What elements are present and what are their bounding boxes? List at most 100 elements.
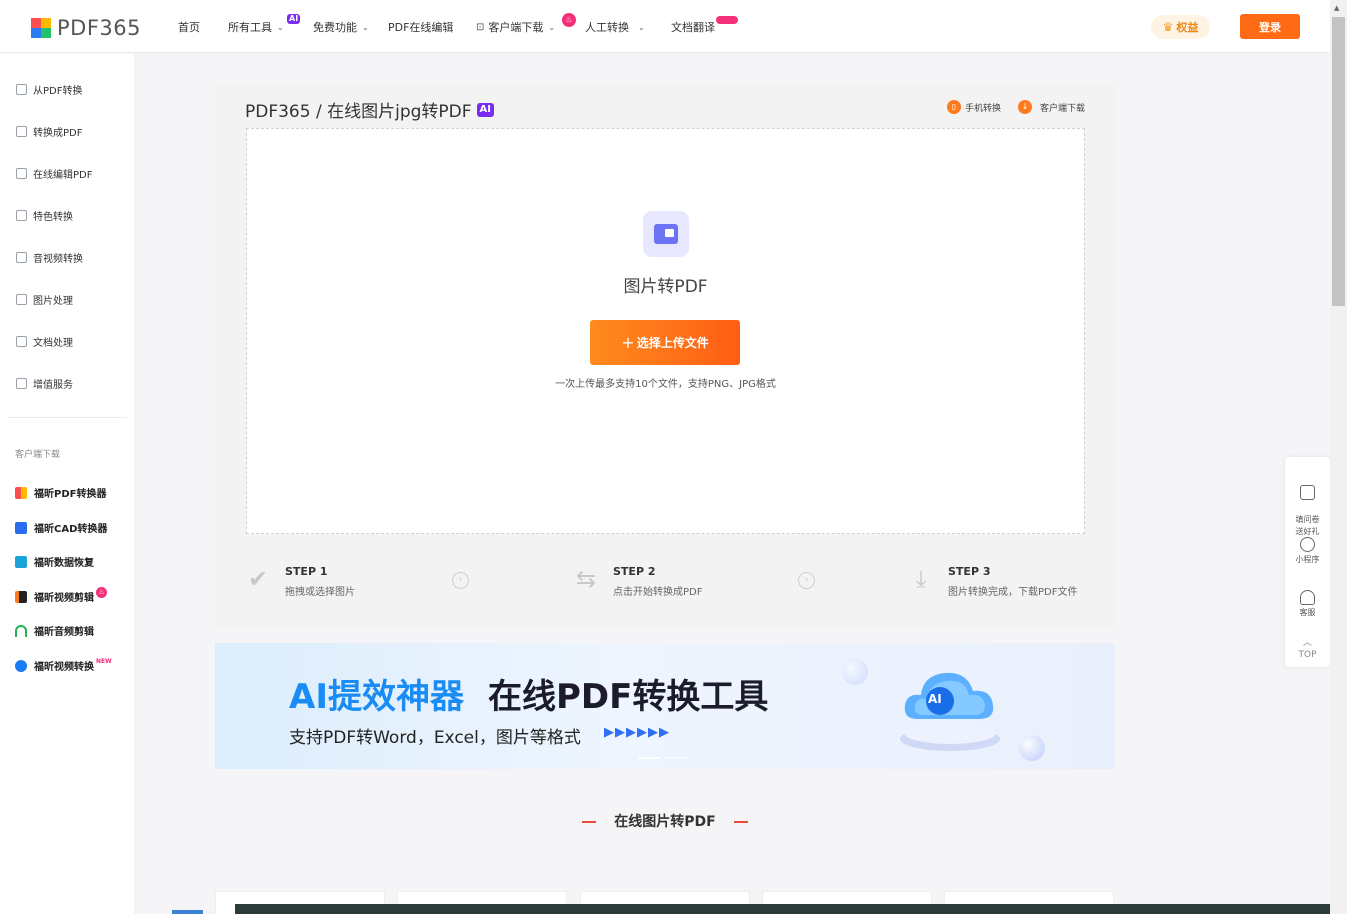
cad-converter-icon <box>15 521 27 534</box>
shield-icon <box>16 210 27 221</box>
nav-doc-translate[interactable]: 文档翻译 <box>671 19 715 35</box>
sidebar-item-from-pdf[interactable]: 从PDF转换 <box>16 82 82 97</box>
headphones-icon <box>15 624 27 637</box>
ai-badge: AI <box>287 14 301 24</box>
sidebar-item-label: 音视频转换 <box>33 254 83 265</box>
bubble-decoration <box>1019 735 1045 761</box>
client-download-link[interactable]: ↓ 客户端下载 <box>1018 100 1085 114</box>
download-tray-icon: ⤓ <box>915 565 927 593</box>
pdf-converter-icon <box>15 486 27 499</box>
sidebar-item-to-pdf[interactable]: 转换成PDF <box>16 124 82 139</box>
data-recovery-icon <box>15 555 27 568</box>
scrollbar-thumb[interactable] <box>1332 17 1345 306</box>
app-data-recovery[interactable]: 福昕数据恢复 <box>15 554 94 569</box>
tool-card: PDF365 / 在线图片jpg转PDF AI ▯ 手机转换 ↓ 客户端下载 图… <box>215 83 1115 628</box>
taskbar-item[interactable] <box>172 910 203 914</box>
sidebar-item-edit-pdf[interactable]: 在线编辑PDF <box>16 166 92 181</box>
vip-benefits-button[interactable]: ♛ 权益 <box>1151 15 1210 39</box>
upload-file-label: 选择上传文件 <box>636 336 709 350</box>
sidebar-item-document[interactable]: 文档处理 <box>16 334 73 349</box>
logo-mark-icon <box>31 18 51 38</box>
sidebar-item-image[interactable]: 图片处理 <box>16 292 73 307</box>
nav-manual-convert[interactable]: 人工转换 ⌄ <box>585 19 645 35</box>
app-video-editor[interactable]: 福昕视频剪辑 ♨ <box>15 587 107 604</box>
edit-icon <box>16 168 27 179</box>
nav-client-download[interactable]: ⊡ 客户端下载 ⌄ <box>476 19 555 35</box>
logo-text: PDF365 <box>57 16 141 40</box>
sidebar-item-media[interactable]: 音视频转换 <box>16 250 83 265</box>
step-title: STEP 1 <box>285 565 328 578</box>
upload-dropzone[interactable]: 图片转PDF + 选择上传文件 一次上传最多支持10个文件，支持PNG、JPG格… <box>246 128 1085 534</box>
chevron-down-icon: ⌄ <box>362 22 369 32</box>
nav-all-tools-label: 所有工具 <box>228 21 272 34</box>
chevron-down-icon: ⌄ <box>548 22 556 32</box>
app-cad-converter[interactable]: 福昕CAD转换器 <box>15 520 107 535</box>
step-arrow-icon: › <box>798 572 815 589</box>
promo-banner[interactable]: AI提效神器 在线PDF转换工具 支持PDF转Word，Excel，图片等格式 … <box>215 643 1115 769</box>
logo[interactable]: PDF365 <box>31 16 141 40</box>
nav-all-tools[interactable]: 所有工具 ⌄ AI <box>228 14 301 35</box>
banner-title-dark: 在线PDF转换工具 <box>488 677 769 717</box>
upload-file-button[interactable]: + 选择上传文件 <box>590 320 740 365</box>
nav-home-label: 首页 <box>178 21 200 34</box>
sidebar-item-label: 增值服务 <box>33 380 73 391</box>
mini-program-icon <box>1300 537 1315 552</box>
mobile-convert-link[interactable]: ▯ 手机转换 <box>947 100 1001 114</box>
step-1: ✔ STEP 1 拖拽或选择图片 <box>244 565 355 598</box>
dash-decoration <box>733 821 748 823</box>
chevron-down-icon: ⌄ <box>277 22 284 32</box>
sidebar-item-value-added[interactable]: 增值服务 <box>16 376 73 391</box>
banner-dot[interactable] <box>638 757 660 759</box>
banner-title-blue: AI提效神器 <box>289 677 464 717</box>
document-icon <box>16 336 27 347</box>
chevron-up-icon: ︿ <box>1302 638 1312 648</box>
image-icon <box>16 294 27 305</box>
customer-service-label: 客服 <box>1299 608 1316 617</box>
step-arrow-icon: › <box>452 572 469 589</box>
chevron-down-icon: ⌄ <box>638 22 645 32</box>
swap-arrows-icon: ⇆ <box>575 565 597 593</box>
back-to-top-label: TOP <box>1298 650 1317 660</box>
top-navigation: PDF365 首页 所有工具 ⌄ AI 免费功能 ⌄ PDF在线编辑 ⊡ 客户端… <box>0 0 1330 53</box>
sidebar-item-label: 文档处理 <box>33 338 73 349</box>
back-to-top-button[interactable]: ︿ TOP <box>1285 637 1330 661</box>
new-badge: NEW <box>96 657 112 665</box>
taskbar-strip <box>235 904 1330 914</box>
nav-pdf-edit[interactable]: PDF在线编辑 <box>388 19 453 35</box>
fire-icon: ♨ <box>96 587 107 598</box>
nav-home[interactable]: 首页 <box>178 19 200 35</box>
app-label: 福昕CAD转换器 <box>34 524 108 535</box>
sidebar-item-label: 特色转换 <box>33 212 73 223</box>
login-button[interactable]: 登录 <box>1240 14 1300 39</box>
banner-subtitle: 支持PDF转Word，Excel，图片等格式 <box>289 728 581 748</box>
scroll-up-icon[interactable]: ▲ <box>1334 4 1339 12</box>
survey-button[interactable]: 填问卷 送好礼 <box>1285 473 1330 538</box>
mobile-convert-label: 手机转换 <box>965 103 1002 114</box>
dash-decoration <box>582 821 597 823</box>
app-audio-editor[interactable]: 福昕音频剪辑 <box>15 623 94 638</box>
app-video-converter[interactable]: 福昕视频转换 NEW <box>15 658 112 673</box>
sidebar-item-label: 转换成PDF <box>33 128 83 139</box>
app-label: 福昕数据恢复 <box>34 558 94 569</box>
sidebar-item-special[interactable]: 特色转换 <box>16 208 73 223</box>
breadcrumb-text: PDF365 / 在线图片jpg转PDF <box>245 102 472 122</box>
banner-pagination[interactable] <box>638 757 687 759</box>
checkmark-icon: ✔ <box>247 565 269 593</box>
mini-program-button[interactable]: 小程序 <box>1285 537 1330 566</box>
customer-service-button[interactable]: 客服 <box>1285 590 1330 619</box>
app-label: 福昕视频转换 <box>34 662 94 673</box>
ai-tag: AI <box>476 102 494 117</box>
vip-label: 权益 <box>1176 21 1199 34</box>
sidebar: 从PDF转换 转换成PDF 在线编辑PDF 特色转换 音视频转换 图片处理 文档… <box>0 54 134 914</box>
banner-dot[interactable] <box>665 757 687 759</box>
convert-icon <box>16 84 27 95</box>
mini-program-label: 小程序 <box>1295 555 1320 564</box>
nav-doc-translate-label: 文档翻译 <box>671 21 715 34</box>
client-download-heading: 客户端下载 <box>15 450 61 460</box>
image-to-pdf-icon <box>643 211 689 257</box>
app-pdf-converter[interactable]: 福昕PDF转换器 <box>15 485 106 500</box>
survey-icon <box>1300 485 1315 500</box>
sidebar-divider <box>8 417 127 418</box>
video-editor-icon <box>15 590 27 603</box>
nav-free-features[interactable]: 免费功能 ⌄ <box>313 19 369 35</box>
